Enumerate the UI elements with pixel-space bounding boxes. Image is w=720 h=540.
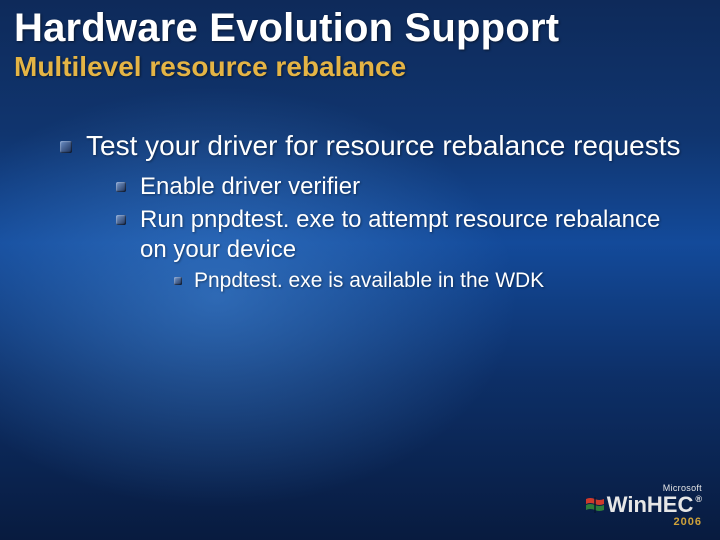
logo-brand: WinHEC® xyxy=(586,494,702,516)
bullet-level2-item: Run pnpdtest. exe to attempt resource re… xyxy=(116,205,690,294)
bullet-text: Test your driver for resource rebalance … xyxy=(86,130,681,161)
bullet-level1-item: Test your driver for resource rebalance … xyxy=(58,129,690,294)
bullet-list-level2: Enable driver verifier Run pnpdtest. exe… xyxy=(116,172,690,294)
bullet-list-level1: Test your driver for resource rebalance … xyxy=(58,129,690,294)
slide-subtitle: Multilevel resource rebalance xyxy=(0,51,720,83)
registered-mark-icon: ® xyxy=(695,495,702,504)
slide-title: Hardware Evolution Support xyxy=(0,0,720,51)
logo-brand-text: WinHEC xyxy=(607,494,694,516)
bullet-level3-item: Pnpdtest. exe is available in the WDK xyxy=(174,268,690,294)
slide-body: Test your driver for resource rebalance … xyxy=(0,83,720,294)
bullet-text: Pnpdtest. exe is available in the WDK xyxy=(194,269,544,292)
footer-logo: Microsoft WinHEC® 2006 xyxy=(586,484,702,528)
logo-year: 2006 xyxy=(586,517,702,528)
bullet-list-level3: Pnpdtest. exe is available in the WDK xyxy=(174,268,690,294)
bullet-text: Enable driver verifier xyxy=(140,173,360,200)
bullet-text: Run pnpdtest. exe to attempt resource re… xyxy=(140,206,660,262)
bullet-level2-item: Enable driver verifier xyxy=(116,172,690,201)
windows-flag-icon xyxy=(586,497,604,513)
